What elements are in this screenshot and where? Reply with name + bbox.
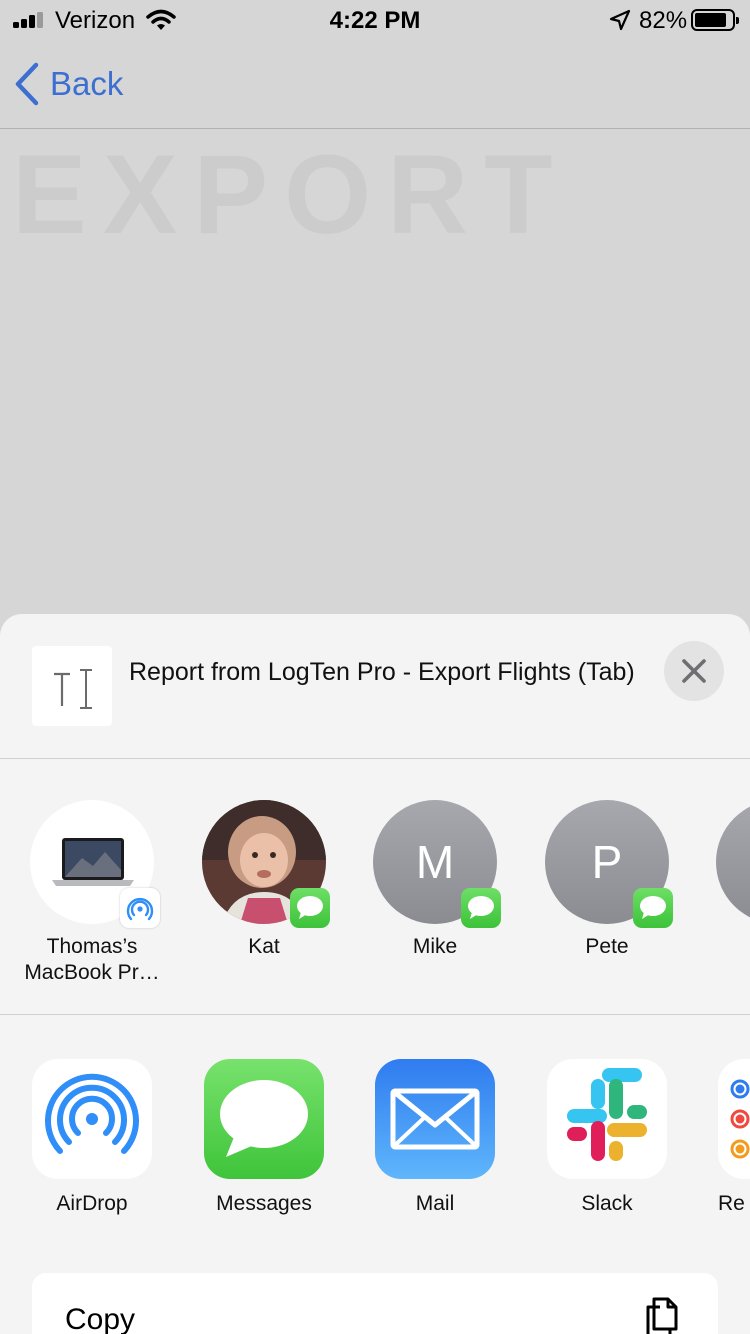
- back-label: Back: [50, 65, 124, 102]
- text-document-icon: [54, 669, 92, 709]
- status-bar: Verizon 4:22 PM 82%: [0, 0, 750, 40]
- share-apps-row: AirDrop Messages Mail Slack Re: [0, 1016, 750, 1266]
- airdrop-app-icon: [32, 1059, 152, 1179]
- app-label: AirDrop: [56, 1192, 128, 1215]
- copy-label: Copy: [65, 1303, 136, 1334]
- chevron-left-icon: [15, 62, 39, 106]
- app-label: Slack: [581, 1192, 633, 1215]
- messages-badge: [461, 888, 501, 928]
- location-arrow-icon: [609, 9, 631, 31]
- copy-documents-icon: [646, 1297, 678, 1334]
- app-label: Messages: [216, 1192, 312, 1215]
- envelope-icon: [390, 1088, 480, 1150]
- airdrop-icon: [126, 897, 154, 921]
- person-name: Pete: [585, 935, 629, 958]
- battery-percentage: 82%: [639, 7, 688, 34]
- person-name: Kat: [248, 935, 280, 958]
- airdrop-badge: [120, 888, 160, 928]
- message-bubble-icon: [297, 896, 323, 919]
- close-button[interactable]: [664, 641, 724, 701]
- mail-app-icon: [375, 1059, 495, 1179]
- message-bubble-icon: [468, 896, 494, 919]
- app-label: Mail: [415, 1192, 455, 1215]
- copy-action[interactable]: Copy: [32, 1273, 718, 1334]
- app-label: Re: [718, 1192, 745, 1215]
- messages-app-icon: [204, 1059, 324, 1179]
- share-sheet: Report from LogTen Pro - Export Flights …: [0, 614, 750, 1334]
- navigation-bar: Back: [0, 40, 750, 129]
- close-icon: [682, 659, 706, 683]
- document-title: Report from LogTen Pro - Export Flights …: [129, 658, 635, 686]
- person-name: Mike: [412, 935, 458, 958]
- export-watermark-title: EXPORT: [12, 130, 569, 259]
- person-name: Thomas’s MacBook Pr…: [24, 935, 160, 984]
- back-button[interactable]: Back: [14, 62, 123, 106]
- messages-badge: [633, 888, 673, 928]
- airdrop-icon: [45, 1073, 139, 1154]
- share-sheet-header: Report from LogTen Pro - Export Flights …: [0, 614, 750, 759]
- reminders-app-icon: [718, 1059, 750, 1179]
- document-thumbnail: [32, 646, 112, 726]
- battery-icon: [691, 9, 739, 31]
- messages-badge: [290, 888, 330, 928]
- partial-avatar: [716, 800, 750, 924]
- slack-app-icon: [547, 1059, 667, 1179]
- reminders-dots-icon: [730, 1079, 750, 1159]
- message-bubble-icon: [220, 1080, 308, 1157]
- slack-logo-icon: [567, 1068, 647, 1161]
- clock: 4:22 PM: [329, 7, 421, 34]
- suggested-people-row: Thomas’s MacBook Pr… Kat M Mike P Pete: [0, 760, 750, 1015]
- message-bubble-icon: [640, 896, 666, 919]
